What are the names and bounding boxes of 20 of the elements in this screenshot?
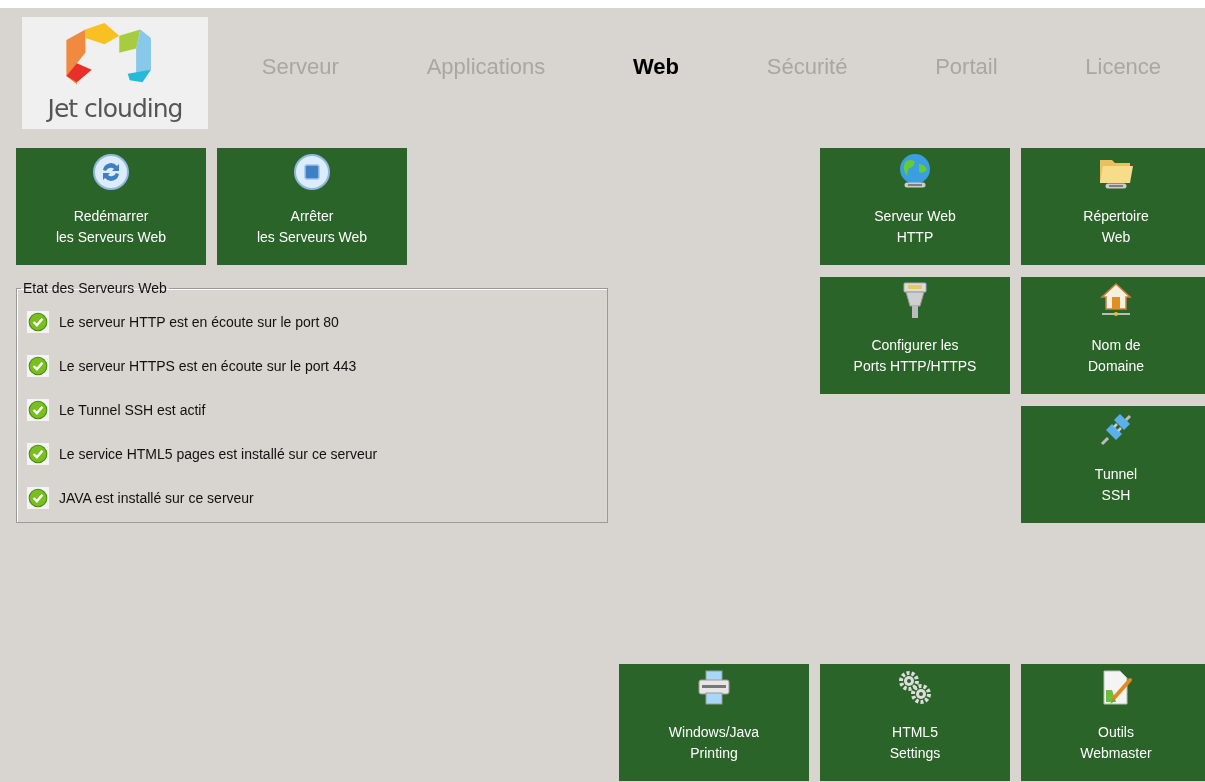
stop-icon [292,152,332,192]
tile-button[interactable]: Nom de Domaine [1021,277,1205,394]
tile-button[interactable]: Répertoire Web [1021,148,1205,265]
nav-tab[interactable]: Web [627,50,686,84]
refresh-icon [91,152,131,192]
tile-button[interactable]: Windows/Java Printing [619,664,809,781]
tile-button[interactable]: Arrêter les Serveurs Web [217,148,407,265]
tile-button[interactable]: HTML5 Settings [820,664,1010,781]
status-text: Le serveur HTTP est en écoute sur le port 80 [59,314,339,330]
status-text: Le serveur HTTPS est en écoute sur le port 443 [59,358,357,374]
status-text: JAVA est installé sur ce serveur [59,490,254,506]
panel-title: Etat des Serveurs Web [22,280,168,296]
tile-button[interactable]: Serveur Web HTTP [820,148,1010,265]
status-text: Le service HTML5 pages est installé sur ce serveur [59,446,378,462]
logo-text: Jet clouding [47,95,183,123]
tile-button[interactable]: Tunnel SSH [1021,406,1205,523]
status-text: Le Tunnel SSH est actif [59,402,206,418]
tile-button[interactable]: Outils Webmaster [1021,664,1205,781]
tile-button[interactable]: Configurer les Ports HTTP/HTTPS [820,277,1010,394]
tile-button[interactable]: Redémarrer les Serveurs Web [16,148,206,265]
